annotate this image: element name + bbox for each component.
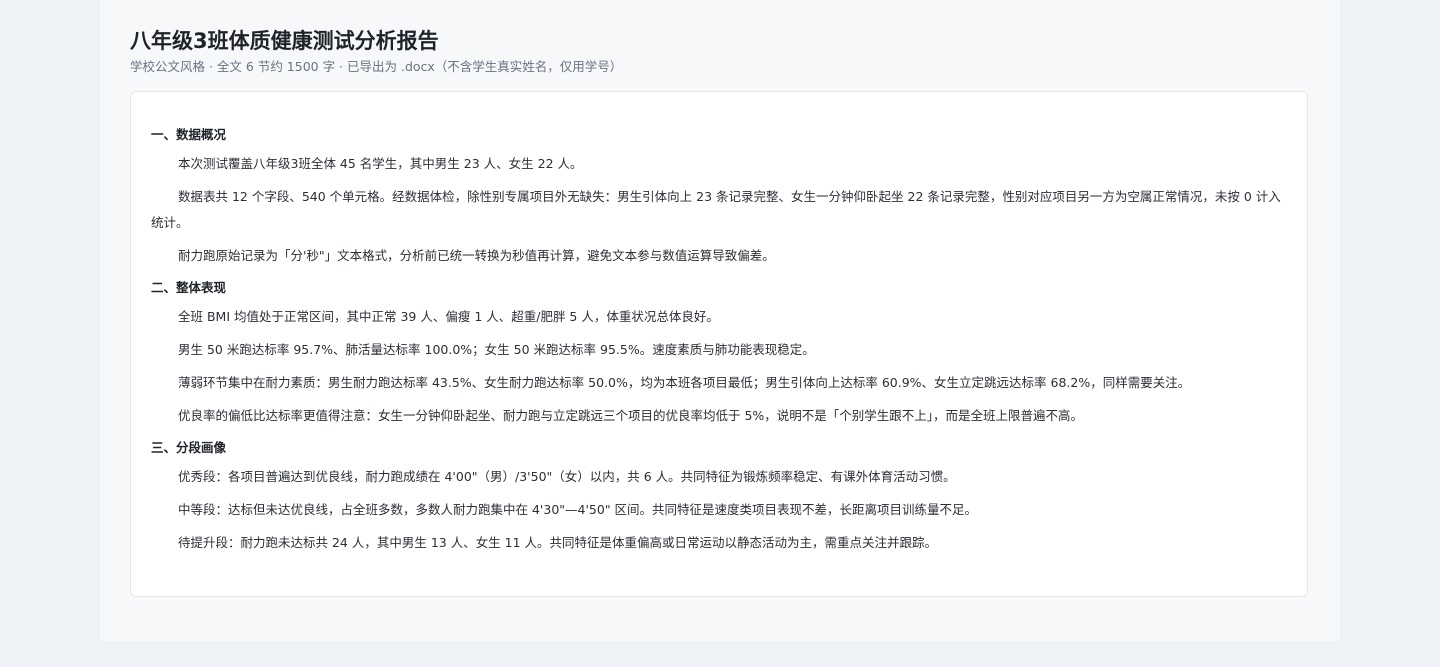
paragraph: 男生 50 米跑达标率 95.7%、肺活量达标率 100.0%；女生 50 米跑… <box>178 342 815 357</box>
section-overall-performance: 二、整体表现 全班 BMI 均值处于正常区间，其中正常 39 人、偏瘦 1 人、… <box>151 278 1287 429</box>
paragraph: 数据表共 12 个字段、540 个单元格。经数据体检，除性别专属项目外无缺失：男… <box>151 189 1281 230</box>
report-body-card: 一、数据概况 本次测试覆盖八年级3班全体 45 名学生，其中男生 23 人、女生… <box>130 91 1308 597</box>
paragraph: 薄弱环节集中在耐力素质：男生耐力跑达标率 43.5%、女生耐力跑达标率 50.0… <box>178 375 1191 390</box>
report-subtitle: 学校公文风格 · 全文 6 节约 1500 字 · 已导出为 .docx（不含学… <box>130 59 623 74</box>
paragraph: 待提升段：耐力跑未达标共 24 人，其中男生 13 人、女生 11 人。共同特征… <box>178 535 938 550</box>
section-heading: 三、分段画像 <box>151 440 227 455</box>
report-title: 八年级3班体质健康测试分析报告 <box>130 29 439 53</box>
document-page: 八年级3班体质健康测试分析报告 学校公文风格 · 全文 6 节约 1500 字 … <box>100 0 1340 641</box>
paragraph: 优良率的偏低比达标率更值得注意：女生一分钟仰卧起坐、耐力跑与立定跳远三个项目的优… <box>178 408 1084 423</box>
section-segment-profile: 三、分段画像 优秀段：各项目普遍达到优良线，耐力跑成绩在 4'00"（男）/3'… <box>151 438 1287 556</box>
paragraph: 全班 BMI 均值处于正常区间，其中正常 39 人、偏瘦 1 人、超重/肥胖 5… <box>178 309 719 324</box>
document-header: 八年级3班体质健康测试分析报告 学校公文风格 · 全文 6 节约 1500 字 … <box>130 26 1310 76</box>
section-heading: 二、整体表现 <box>151 280 227 295</box>
paragraph: 本次测试覆盖八年级3班全体 45 名学生，其中男生 23 人、女生 22 人。 <box>178 156 583 171</box>
section-data-overview: 一、数据概况 本次测试覆盖八年级3班全体 45 名学生，其中男生 23 人、女生… <box>151 125 1287 269</box>
paragraph: 中等段：达标但未达优良线，占全班多数，多数人耐力跑集中在 4'30"—4'50"… <box>178 502 978 517</box>
paragraph: 优秀段：各项目普遍达到优良线，耐力跑成绩在 4'00"（男）/3'50"（女）以… <box>178 469 956 484</box>
paragraph: 耐力跑原始记录为「分'秒"」文本格式，分析前已统一转换为秒值再计算，避免文本参与… <box>178 248 775 263</box>
section-heading: 一、数据概况 <box>151 127 227 142</box>
